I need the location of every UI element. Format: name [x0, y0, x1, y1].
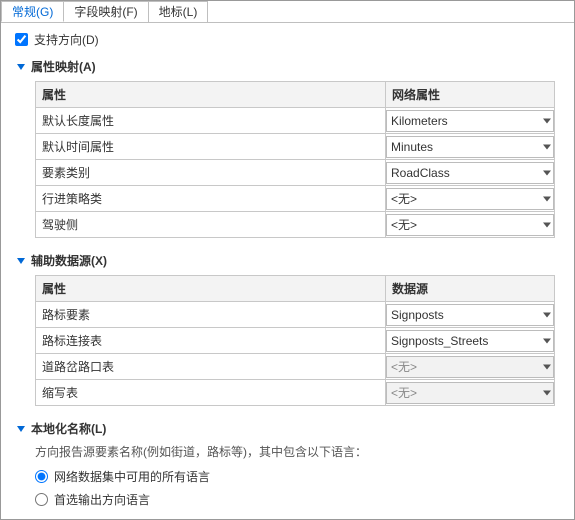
attr-map-value-cell	[386, 108, 555, 134]
table-row: 缩写表	[36, 380, 555, 406]
radio-all-languages[interactable]	[35, 470, 48, 483]
attr-map-col1: 属性	[36, 82, 386, 108]
attr-map-value-cell	[386, 134, 555, 160]
local-name-radio-group: 网络数据集中可用的所有语言 首选输出方向语言	[35, 468, 564, 508]
table-row: 要素类别	[36, 160, 555, 186]
aux-src-table: 属性 数据源 路标要素路标连接表道路岔路口表缩写表	[35, 275, 555, 406]
section-attr-map-title: 属性映射(A)	[31, 58, 96, 75]
table-row: 路标要素	[36, 302, 555, 328]
section-attr-map: 属性映射(A) 属性 网络属性 默认长度属性默认时间属性要素类别行进策略类驾驶侧	[17, 58, 564, 238]
support-direction-label[interactable]: 支持方向(D)	[34, 31, 99, 48]
attr-map-attr-cell: 驾驶侧	[36, 212, 386, 238]
radio-all-languages-label[interactable]: 网络数据集中可用的所有语言	[54, 468, 210, 485]
aux-src-value-dropdown	[386, 382, 554, 404]
aux-src-value-cell	[386, 354, 555, 380]
aux-src-attr-cell: 路标连接表	[36, 328, 386, 354]
section-aux-src-header[interactable]: 辅助数据源(X)	[17, 252, 564, 269]
attr-map-value-cell	[386, 160, 555, 186]
attr-map-value-dropdown[interactable]	[386, 110, 554, 132]
attr-map-table: 属性 网络属性 默认长度属性默认时间属性要素类别行进策略类驾驶侧	[35, 81, 555, 238]
attr-map-value-dropdown[interactable]	[386, 162, 554, 184]
section-local-name: 本地化名称(L) 方向报告源要素名称(例如街道，路标等)，其中包含以下语言： 网…	[17, 420, 564, 508]
attr-map-value-dropdown[interactable]	[386, 214, 554, 236]
aux-src-value-dropdown[interactable]	[386, 330, 554, 352]
chevron-down-icon	[17, 64, 25, 70]
chevron-down-icon	[17, 258, 25, 264]
attr-map-col2: 网络属性	[386, 82, 555, 108]
section-aux-src-title: 辅助数据源(X)	[31, 252, 107, 269]
aux-src-attr-cell: 道路岔路口表	[36, 354, 386, 380]
attr-map-value-cell	[386, 212, 555, 238]
support-direction-checkbox[interactable]	[15, 33, 28, 46]
tab-bar: 常规(G) 字段映射(F) 地标(L)	[1, 1, 574, 23]
section-local-name-header[interactable]: 本地化名称(L)	[17, 420, 564, 437]
tab-content: 支持方向(D) 属性映射(A) 属性 网络属性 默认长度属性默认时间属性要素类别…	[1, 23, 574, 520]
attr-map-value-cell	[386, 186, 555, 212]
table-row: 驾驶侧	[36, 212, 555, 238]
attr-map-attr-cell: 默认时间属性	[36, 134, 386, 160]
aux-src-attr-cell: 路标要素	[36, 302, 386, 328]
dialog-window: 常规(G) 字段映射(F) 地标(L) 支持方向(D) 属性映射(A) 属性 网…	[0, 0, 575, 520]
aux-src-value-cell	[386, 328, 555, 354]
table-row: 默认时间属性	[36, 134, 555, 160]
attr-map-value-dropdown[interactable]	[386, 188, 554, 210]
section-aux-src: 辅助数据源(X) 属性 数据源 路标要素路标连接表道路岔路口表缩写表	[17, 252, 564, 406]
tab-general[interactable]: 常规(G)	[1, 1, 64, 22]
attr-map-attr-cell: 行进策略类	[36, 186, 386, 212]
table-row: 道路岔路口表	[36, 354, 555, 380]
aux-src-attr-cell: 缩写表	[36, 380, 386, 406]
aux-src-col2: 数据源	[386, 276, 555, 302]
section-attr-map-header[interactable]: 属性映射(A)	[17, 58, 564, 75]
local-name-desc: 方向报告源要素名称(例如街道，路标等)，其中包含以下语言：	[35, 443, 564, 460]
aux-src-value-cell	[386, 380, 555, 406]
aux-src-value-dropdown	[386, 356, 554, 378]
aux-src-col1: 属性	[36, 276, 386, 302]
tab-field-map[interactable]: 字段映射(F)	[63, 1, 148, 22]
radio-preferred-language[interactable]	[35, 493, 48, 506]
chevron-down-icon	[17, 426, 25, 432]
table-row: 路标连接表	[36, 328, 555, 354]
aux-src-value-dropdown[interactable]	[386, 304, 554, 326]
tab-landmark[interactable]: 地标(L)	[148, 1, 209, 22]
attr-map-attr-cell: 默认长度属性	[36, 108, 386, 134]
radio-preferred-language-label[interactable]: 首选输出方向语言	[54, 491, 150, 508]
aux-src-value-cell	[386, 302, 555, 328]
attr-map-attr-cell: 要素类别	[36, 160, 386, 186]
section-local-name-title: 本地化名称(L)	[31, 420, 106, 437]
attr-map-value-dropdown[interactable]	[386, 136, 554, 158]
table-row: 行进策略类	[36, 186, 555, 212]
table-row: 默认长度属性	[36, 108, 555, 134]
